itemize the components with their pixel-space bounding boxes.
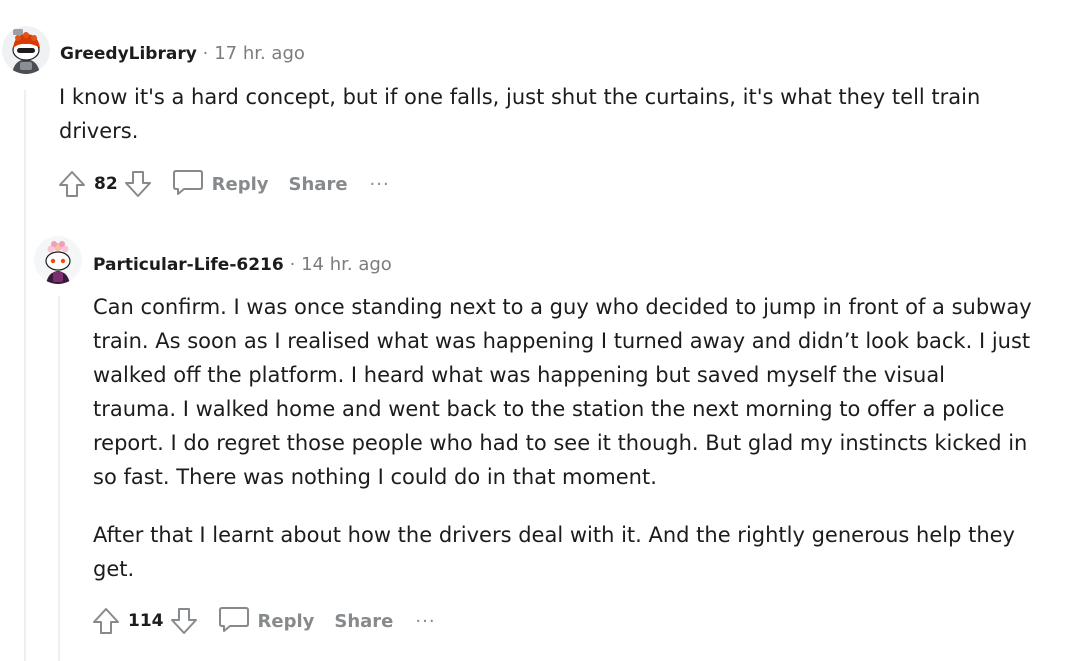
comment-body: I know it's a hard concept, but if one f… (59, 80, 1019, 148)
comment-meta: Particular-Life-6216 · 14 hr. ago (93, 254, 392, 275)
comment-bubble-icon (172, 167, 204, 202)
comment-meta: GreedyLibrary · 17 hr. ago (60, 43, 305, 64)
vote-score: 114 (128, 611, 164, 631)
username[interactable]: GreedyLibrary (60, 44, 197, 64)
thread-line[interactable] (24, 90, 26, 661)
share-button[interactable]: Share (334, 611, 393, 632)
reply-label: Reply (211, 173, 269, 195)
comment-bubble-icon (218, 604, 250, 639)
thread-line[interactable] (58, 296, 60, 661)
timestamp[interactable]: 14 hr. ago (301, 254, 392, 275)
comment-body: Can confirm. I was once standing next to… (93, 290, 1033, 586)
upvote-icon[interactable] (90, 605, 122, 637)
comment-paragraph: After that I learnt about how the driver… (93, 523, 1015, 581)
comment-paragraph: Can confirm. I was once standing next to… (93, 295, 1032, 489)
reply-label: Reply (257, 610, 315, 632)
avatar[interactable] (34, 236, 82, 284)
snoo-avatar-icon (2, 26, 50, 74)
meta-separator: · (202, 44, 209, 64)
more-options-icon[interactable]: ··· (415, 611, 435, 632)
reply-button[interactable]: Reply (218, 604, 315, 639)
avatar[interactable] (2, 26, 50, 74)
share-button[interactable]: Share (289, 174, 348, 195)
meta-separator: · (289, 255, 296, 275)
downvote-icon[interactable] (122, 168, 154, 200)
more-options-icon[interactable]: ··· (370, 174, 390, 195)
timestamp[interactable]: 17 hr. ago (214, 43, 305, 64)
comment-paragraph: I know it's a hard concept, but if one f… (59, 85, 981, 143)
comment-actions: 114 Reply Share ··· (90, 601, 436, 641)
comment-actions: 82 Reply Share ··· (56, 164, 390, 204)
username[interactable]: Particular-Life-6216 (93, 255, 284, 275)
vote-score: 82 (94, 174, 118, 194)
snoo-avatar-icon (34, 236, 82, 284)
reply-button[interactable]: Reply (172, 167, 269, 202)
upvote-icon[interactable] (56, 168, 88, 200)
downvote-icon[interactable] (168, 605, 200, 637)
